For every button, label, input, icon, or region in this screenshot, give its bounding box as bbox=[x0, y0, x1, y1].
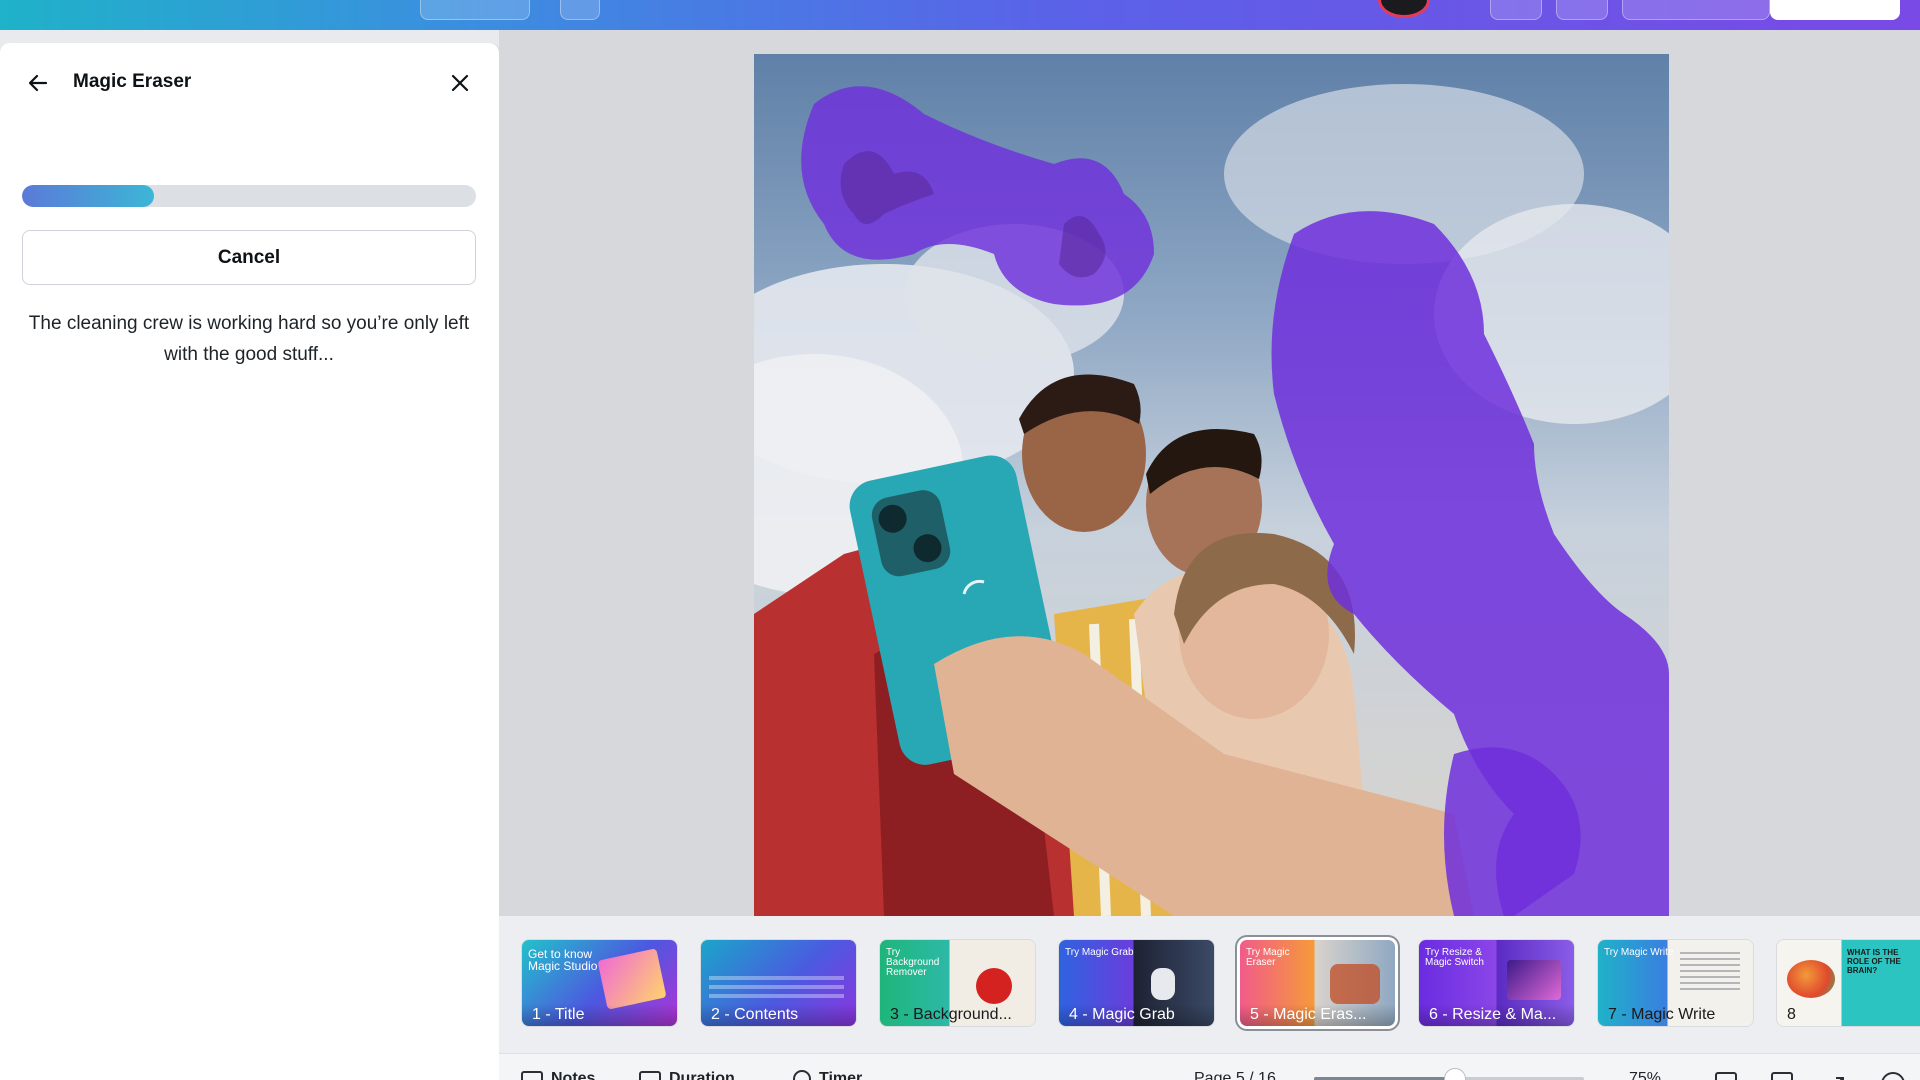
avatar[interactable] bbox=[1378, 0, 1430, 18]
page-thumbnail[interactable]: Try Magic Write 7 - Magic Write bbox=[1598, 940, 1753, 1026]
thumbnail-caption: Get to know Magic Studio bbox=[528, 947, 598, 973]
notes-button[interactable]: Notes bbox=[521, 1070, 595, 1080]
toolbar-pill[interactable] bbox=[1490, 0, 1542, 20]
top-toolbar bbox=[0, 0, 1920, 30]
cancel-button[interactable]: Cancel bbox=[22, 230, 476, 285]
page-thumbnail[interactable]: WHAT IS THE ROLE OF THE BRAIN? 8 bbox=[1777, 940, 1920, 1026]
notes-icon bbox=[521, 1071, 543, 1080]
panel-header: Magic Eraser bbox=[0, 43, 499, 125]
share-button[interactable] bbox=[1770, 0, 1900, 20]
progress-fill bbox=[22, 185, 154, 207]
thumbnail-caption: Try Magic Eraser bbox=[1246, 947, 1290, 968]
photo-illustration bbox=[754, 84, 1669, 916]
expand-arrow-icon bbox=[1836, 1077, 1844, 1080]
grid-view-icon[interactable] bbox=[1771, 1072, 1793, 1080]
timer-button[interactable]: Timer bbox=[793, 1070, 862, 1080]
close-icon bbox=[451, 74, 469, 92]
panel-title: Magic Eraser bbox=[73, 71, 192, 92]
zoom-slider-handle[interactable] bbox=[1444, 1068, 1466, 1080]
duration-button[interactable]: Duration bbox=[639, 1070, 735, 1080]
thumbnail-label: 7 - Magic Write bbox=[1608, 1006, 1716, 1023]
bottom-toolbar: Notes Duration Timer Page 5 / 16 75% bbox=[499, 1053, 1920, 1080]
zoom-level[interactable]: 75% bbox=[1629, 1070, 1661, 1080]
progress-bar bbox=[22, 185, 476, 207]
page-thumbnail[interactable]: Try Resize & Magic Switch 6 - Resize & M… bbox=[1419, 940, 1574, 1026]
page-thumbnail-active[interactable]: Try Magic Eraser 5 - Magic Eras... bbox=[1240, 940, 1395, 1026]
pages-view-icon[interactable] bbox=[1715, 1072, 1737, 1080]
notes-label: Notes bbox=[551, 1070, 596, 1080]
thumbnail-label: 1 - Title bbox=[522, 1004, 677, 1026]
page-thumbnail[interactable]: Try Background Remover 3 - Background... bbox=[880, 940, 1035, 1026]
thumbnail-caption: Try Magic Grab bbox=[1065, 947, 1134, 958]
toolbar-pill[interactable] bbox=[560, 0, 600, 20]
status-message: The cleaning crew is working hard so you… bbox=[28, 313, 470, 365]
thumbnail-label: 4 - Magic Grab bbox=[1059, 1004, 1214, 1026]
toolbar-pill[interactable] bbox=[420, 0, 530, 20]
comment-button[interactable] bbox=[1556, 0, 1608, 20]
arrow-left-icon bbox=[28, 74, 48, 92]
thumbnail-caption: Try Magic Write bbox=[1604, 947, 1674, 958]
thumbnail-label: 8 bbox=[1787, 1006, 1796, 1023]
thumbnail-label: 6 - Resize & Ma... bbox=[1419, 1004, 1574, 1026]
duration-label: Duration bbox=[669, 1070, 735, 1080]
page-indicator[interactable]: Page 5 / 16 bbox=[1194, 1070, 1276, 1080]
magic-eraser-panel: Magic Eraser Cancel The cleaning crew is… bbox=[0, 43, 499, 1080]
timer-icon bbox=[793, 1070, 811, 1080]
present-button[interactable] bbox=[1622, 0, 1770, 20]
thumbnail-label: 5 - Magic Eras... bbox=[1240, 1004, 1395, 1026]
page-thumbnail[interactable]: 2 - Contents bbox=[701, 940, 856, 1026]
expand-icon[interactable] bbox=[1827, 1072, 1849, 1080]
page-thumbnails-strip: Get to know Magic Studio 1 - Title 2 - C… bbox=[499, 916, 1920, 1053]
thumbnail-caption: WHAT IS THE ROLE OF THE BRAIN? bbox=[1847, 948, 1901, 975]
close-button[interactable] bbox=[442, 65, 478, 101]
page-thumbnail[interactable]: Try Magic Grab 4 - Magic Grab bbox=[1059, 940, 1214, 1026]
duration-icon bbox=[639, 1071, 661, 1080]
back-button[interactable] bbox=[20, 65, 56, 101]
thumbnail-caption: Try Resize & Magic Switch bbox=[1425, 947, 1484, 968]
design-photo[interactable] bbox=[754, 54, 1669, 916]
thumbnail-caption: Try Background Remover bbox=[886, 947, 940, 978]
thumbnail-label: 2 - Contents bbox=[701, 1004, 856, 1026]
timer-label: Timer bbox=[819, 1070, 863, 1080]
thumbnail-label: 3 - Background... bbox=[890, 1006, 1012, 1023]
page-thumbnail[interactable]: Get to know Magic Studio 1 - Title bbox=[522, 940, 677, 1026]
help-icon[interactable] bbox=[1881, 1072, 1905, 1080]
